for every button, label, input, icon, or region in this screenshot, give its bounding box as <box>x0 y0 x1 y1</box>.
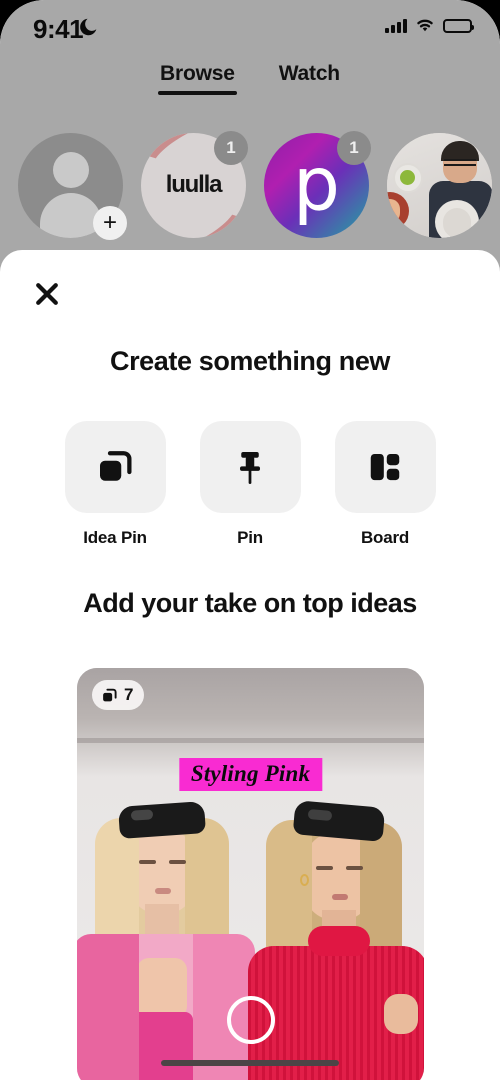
story-create[interactable]: + <box>18 132 127 240</box>
pushpin-icon <box>240 452 260 484</box>
story-photo[interactable] <box>387 132 492 238</box>
option-label: Idea Pin <box>83 528 147 547</box>
board-tile[interactable] <box>334 421 436 513</box>
signal-icon <box>385 18 407 33</box>
tab-watch[interactable]: Watch <box>279 62 340 86</box>
idea-pin-icon <box>100 451 132 481</box>
status-bar: 9:41 <box>0 0 500 62</box>
status-time: 9:41 <box>33 14 84 44</box>
close-button[interactable] <box>25 272 69 316</box>
story-luulla[interactable]: luulla 1 <box>141 130 248 238</box>
idea-pin-icon <box>103 688 117 701</box>
story-pinterest[interactable]: p 1 <box>264 130 371 238</box>
home-indicator[interactable] <box>161 1060 339 1066</box>
card-count-text: 7 <box>124 685 134 704</box>
board-grid-icon <box>370 453 400 481</box>
wifi-icon <box>417 19 433 32</box>
page-title: Create something new <box>109 346 391 376</box>
story-photo-thumbnail <box>387 132 492 238</box>
option-label: Pin <box>237 528 263 547</box>
story-badge-count: 1 <box>214 130 248 165</box>
status-indicators <box>385 18 474 33</box>
create-options: Idea Pin Pin Board <box>0 421 500 548</box>
add-story-plus-icon[interactable]: + <box>93 205 127 240</box>
create-option-pin[interactable]: Pin <box>199 421 301 548</box>
model-right <box>242 788 424 1080</box>
featured-idea-pin-card[interactable]: Styling Pink 7 <box>77 668 424 1080</box>
battery-icon <box>443 18 474 33</box>
stories-row: + luulla 1 p 1 <box>0 130 500 240</box>
tab-browse[interactable]: Browse <box>158 62 237 95</box>
create-option-board[interactable]: Board <box>334 421 436 548</box>
idea-pin-tile[interactable] <box>64 421 166 513</box>
phone-screen: 9:41 Browse Watch + luulla 1 p 1 Create … <box>0 0 500 1080</box>
create-option-idea-pin[interactable]: Idea Pin <box>64 421 166 548</box>
tab-bar: Browse Watch <box>0 62 500 108</box>
model-left <box>77 788 255 1080</box>
card-count-badge: 7 <box>92 680 145 710</box>
section-title: Add your take on top ideas <box>83 588 417 618</box>
record-circle-icon[interactable] <box>226 996 275 1044</box>
option-label: Board <box>360 528 410 547</box>
close-icon <box>36 283 58 305</box>
create-bottom-sheet: Create something new Idea Pin Pin Board … <box>0 250 500 1080</box>
story-badge-count: 1 <box>337 130 371 165</box>
moon-icon <box>80 18 97 36</box>
styling-pink-overlay-text: Styling Pink <box>178 758 323 791</box>
luulla-wordmark: luulla <box>165 171 223 198</box>
pin-tile[interactable] <box>199 421 301 513</box>
